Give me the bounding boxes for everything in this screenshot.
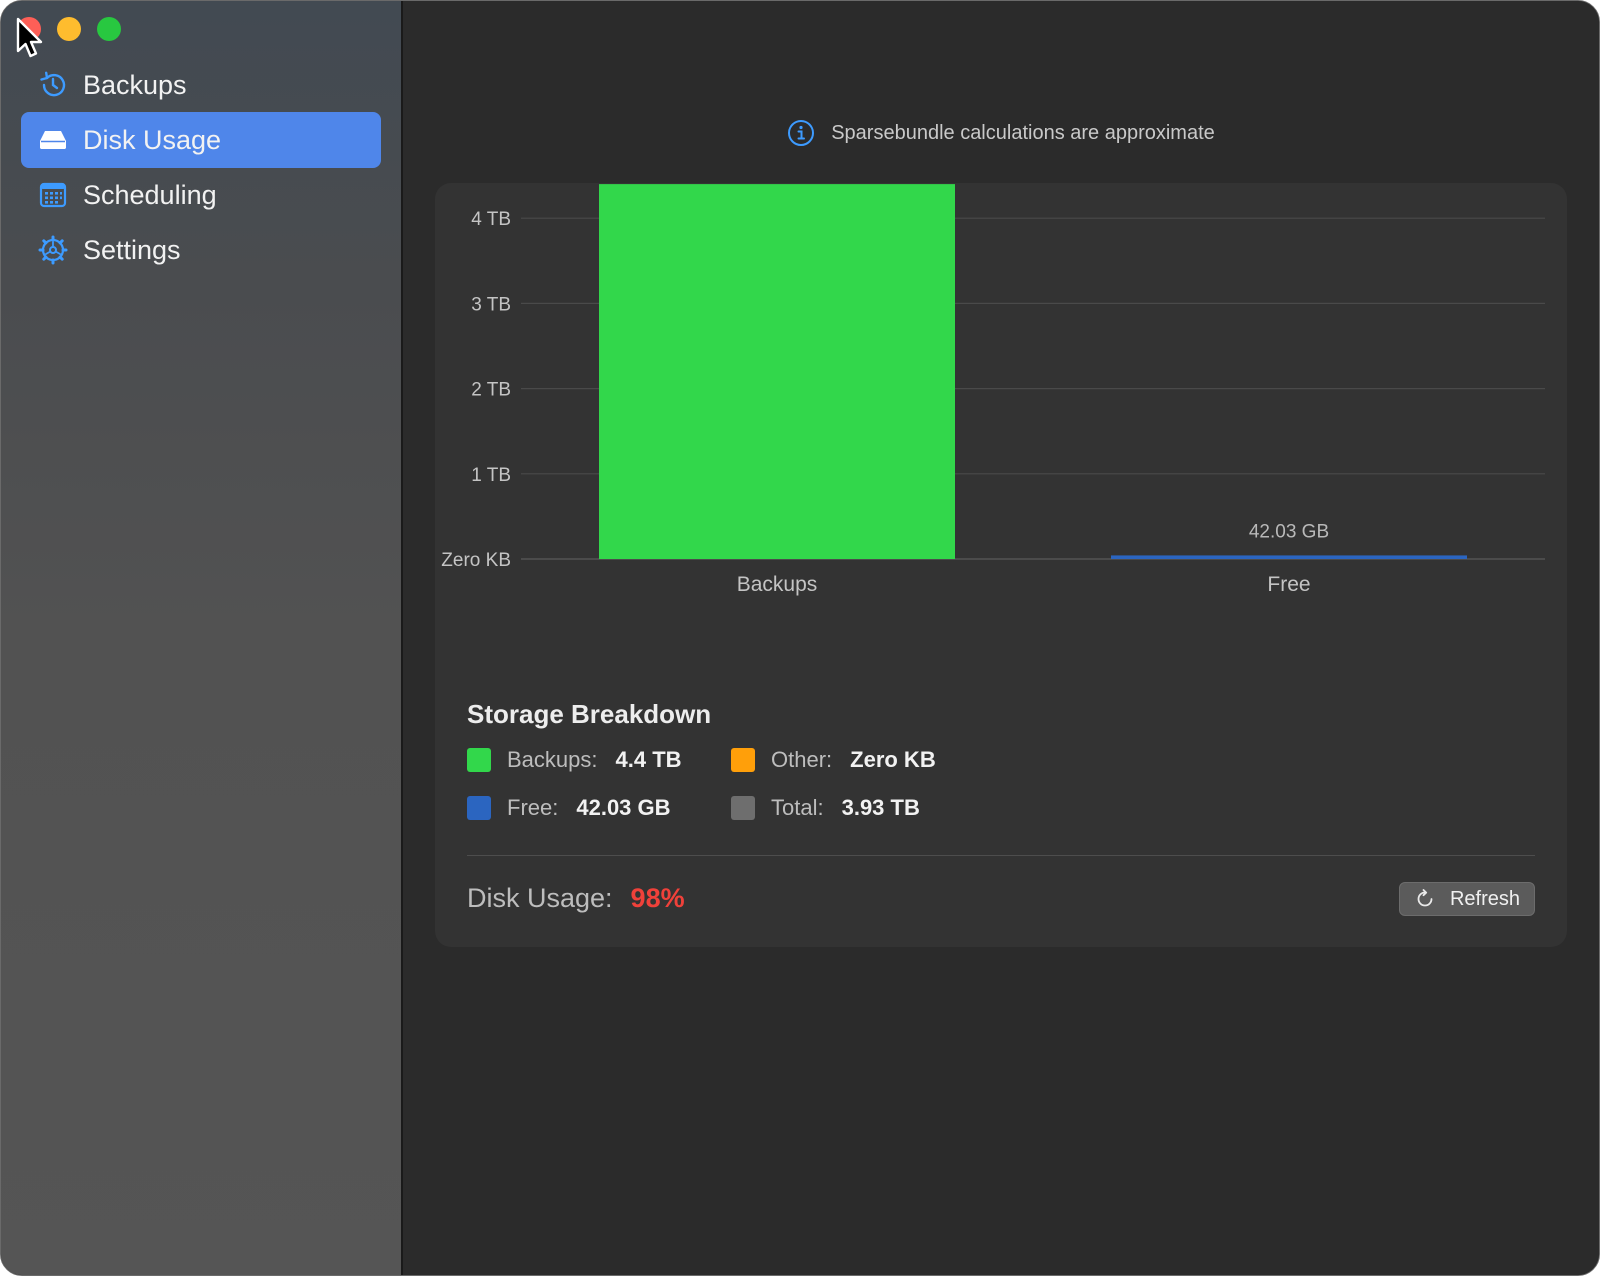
legend-item-other: Other: Zero KB (731, 747, 936, 773)
disk-usage-label: Disk Usage: (467, 883, 613, 913)
sidebar-item-label: Disk Usage (83, 124, 222, 155)
total-swatch (731, 796, 755, 820)
refresh-icon (1417, 889, 1433, 907)
breakdown-row: Backups: 4.4 TB Other: Zero KB (467, 747, 936, 773)
legend-item-free: Free: 42.03 GB (467, 795, 731, 821)
y-tick-label: 2 TB (471, 380, 511, 401)
refresh-label: Refresh (1449, 887, 1521, 910)
x-tick-label: Free (1267, 573, 1310, 596)
free-swatch (467, 796, 491, 820)
sidebar-item-scheduling[interactable]: Scheduling (21, 167, 381, 223)
notice-text: Sparsebundle calculations are approximat… (831, 121, 1215, 144)
mouse-pointer-icon (16, 17, 43, 58)
y-tick-label: 3 TB (471, 294, 511, 315)
gear-icon (37, 234, 69, 266)
sidebar: Backups Disk Usage Scheduling Settings (1, 1, 403, 1275)
internal-drive-icon (37, 124, 69, 156)
info-circle-icon (788, 120, 815, 146)
sidebar-item-label: Scheduling (83, 179, 217, 210)
legend-item-total: Total: 3.93 TB (731, 795, 920, 821)
divider (467, 855, 1535, 856)
main-content: Sparsebundle calculations are approximat… (403, 1, 1599, 1275)
y-tick-label: 1 TB (471, 465, 511, 486)
approximation-notice: Sparsebundle calculations are approximat… (403, 119, 1599, 147)
data-label: 42.03 GB (1249, 521, 1329, 542)
bar-free (1111, 555, 1467, 559)
minimize-window-button[interactable] (57, 17, 81, 41)
y-tick-label: 4 TB (471, 209, 511, 230)
sidebar-item-backups[interactable]: Backups (21, 57, 381, 113)
y-tick-label: Zero KB (441, 550, 511, 571)
clock-history-icon (37, 69, 69, 101)
breakdown-row: Free: 42.03 GB Total: 3.93 TB (467, 795, 920, 821)
app-window: Backups Disk Usage Scheduling Settings S… (0, 0, 1600, 1276)
sidebar-item-settings[interactable]: Settings (21, 222, 381, 278)
sidebar-item-label: Settings (83, 234, 181, 265)
sidebar-item-disk-usage[interactable]: Disk Usage (21, 112, 381, 168)
calendar-icon (37, 179, 69, 211)
zoom-window-button[interactable] (97, 17, 121, 41)
legend-item-backups: Backups: 4.4 TB (467, 747, 731, 773)
disk-usage-percent: 98% (630, 883, 685, 913)
disk-usage-chart: Zero KB 1 TB 2 TB 3 TB 4 TB Backups Free 42.03 … (441, 184, 1545, 596)
disk-usage-card: Zero KB 1 TB 2 TB 3 TB 4 TB Backups Free 42.03 … (435, 183, 1567, 947)
bar-backups (599, 184, 955, 559)
x-tick-label: Backups (737, 573, 818, 596)
backups-swatch (467, 748, 491, 772)
sidebar-item-label: Backups (83, 69, 187, 100)
other-swatch (731, 748, 755, 772)
refresh-button[interactable]: Refresh (1399, 882, 1535, 916)
disk-usage-summary: Disk Usage: 98% (467, 883, 685, 914)
storage-breakdown-title: Storage Breakdown (467, 699, 712, 729)
